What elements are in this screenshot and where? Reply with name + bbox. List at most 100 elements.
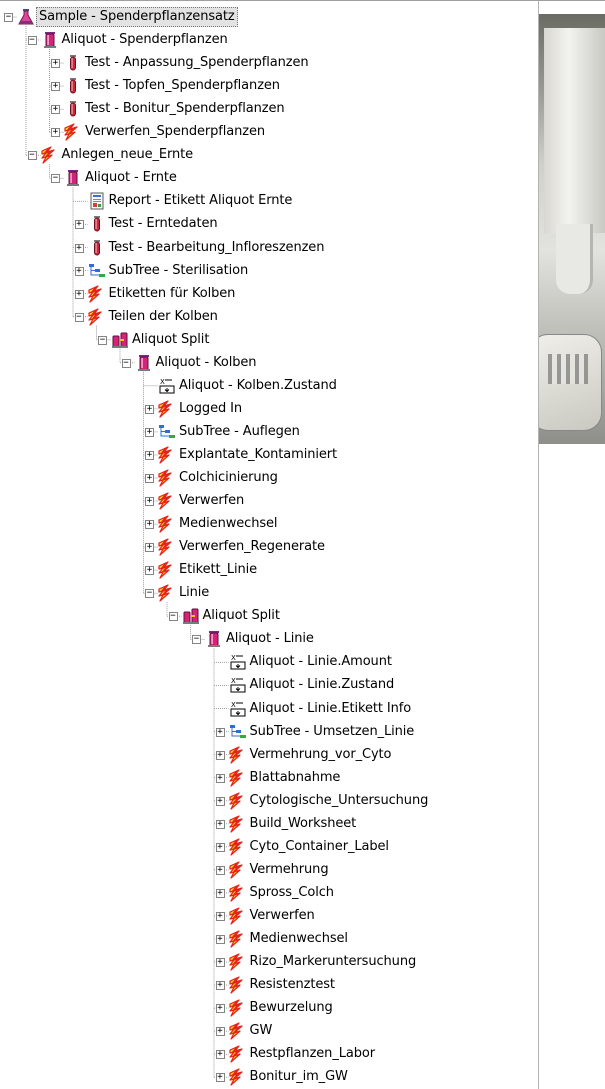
subtree-icon	[229, 723, 247, 741]
expand-toggle[interactable]: +	[51, 128, 60, 138]
expand-toggle[interactable]: +	[215, 935, 225, 944]
tree-node[interactable]: X Aliquot - Linie.Zustand	[0, 674, 538, 696]
tree-node[interactable]: + Medienwechsel	[0, 513, 538, 535]
tree-node[interactable]: X Aliquot - Kolben.Zustand	[0, 375, 538, 397]
tree-node[interactable]: + GW	[0, 1020, 538, 1042]
tree-node[interactable]: − Aliquot Split	[0, 605, 538, 627]
expand-toggle[interactable]: +	[145, 427, 154, 437]
expand-toggle[interactable]: +	[145, 520, 154, 530]
tree-node[interactable]: + Rizo_Markeruntersuchung	[0, 951, 538, 973]
tree-node-label: Build_Worksheet	[249, 815, 357, 831]
background-photo	[538, 14, 605, 444]
tree-node[interactable]: + Verwerfen_Regenerate	[0, 536, 538, 558]
collapse-toggle[interactable]: −	[192, 635, 201, 645]
tree-node[interactable]: + Medienwechsel	[0, 928, 538, 950]
tree-node[interactable]: − Sample - Spenderpflanzensatz	[0, 6, 538, 28]
expand-toggle[interactable]: +	[215, 842, 225, 852]
tree-node[interactable]: + Verwerfen	[0, 490, 538, 512]
tree-node[interactable]: + SubTree - Sterilisation	[0, 260, 538, 282]
tree-node[interactable]: X Aliquot - Linie.Etikett Info	[0, 698, 538, 720]
tree-node[interactable]: + Build_Worksheet	[0, 813, 538, 835]
collapse-toggle[interactable]: −	[98, 335, 107, 345]
tree-node[interactable]: Report - Etikett Aliquot Ernte	[0, 190, 538, 212]
tree-node[interactable]: + Cyto_Container_Label	[0, 836, 538, 858]
tree-node[interactable]: + Vermehrung	[0, 859, 538, 881]
expand-toggle[interactable]: +	[215, 727, 225, 737]
lightning-icon	[158, 584, 176, 602]
tree-node[interactable]: − Aliquot Split	[0, 329, 538, 351]
expand-toggle[interactable]: +	[215, 865, 225, 875]
expand-toggle[interactable]: +	[74, 243, 84, 253]
tree-node[interactable]: + Spross_Colch	[0, 882, 538, 904]
tree-node[interactable]: + Vermehrung_vor_Cyto	[0, 744, 538, 766]
tree-node[interactable]: X Aliquot - Linie.Amount	[0, 651, 538, 673]
expand-toggle[interactable]: +	[51, 82, 60, 92]
tree-node[interactable]: − Aliquot - Kolben	[0, 352, 538, 374]
tree-node[interactable]: + Test - Topfen_Spenderpflanzen	[0, 75, 538, 97]
expand-toggle[interactable]: +	[145, 474, 154, 483]
tree-node[interactable]: + Restpflanzen_Labor	[0, 1043, 538, 1065]
tree-node[interactable]: + Verwerfen	[0, 905, 538, 927]
collapse-toggle[interactable]: −	[51, 174, 60, 184]
tree-node[interactable]: + SubTree - Umsetzen_Linie	[0, 721, 538, 743]
lightning-icon	[228, 953, 247, 971]
expand-toggle[interactable]: +	[215, 1027, 225, 1037]
expand-toggle[interactable]: +	[215, 1004, 225, 1014]
tree-node[interactable]: + Test - Erntedaten	[0, 213, 538, 235]
collapse-toggle[interactable]: −	[74, 312, 84, 322]
tree-node[interactable]: + SubTree - Auflegen	[0, 421, 538, 443]
tree-node[interactable]: − Linie	[0, 582, 538, 604]
expand-toggle[interactable]: +	[51, 59, 60, 69]
expand-toggle[interactable]: +	[215, 750, 225, 760]
tree-node[interactable]: + Bonitur_im_GW	[0, 1066, 538, 1088]
collapse-toggle[interactable]: −	[168, 612, 178, 622]
collapse-toggle[interactable]: −	[27, 151, 37, 161]
tree-node[interactable]: − Aliquot - Spenderpflanzen	[0, 29, 538, 51]
collapse-toggle[interactable]: −	[4, 13, 13, 22]
tree-node[interactable]: + Blattabnahme	[0, 767, 538, 789]
expand-toggle[interactable]: +	[74, 220, 84, 230]
lightning-icon	[228, 745, 247, 764]
expand-toggle[interactable]: +	[74, 266, 84, 276]
tree-node[interactable]: − Anlegen_neue_Ernte	[0, 144, 538, 166]
expand-toggle[interactable]: +	[215, 819, 225, 829]
expand-toggle[interactable]: +	[215, 773, 225, 783]
expand-toggle[interactable]: +	[215, 1050, 225, 1060]
tree-node[interactable]: + Test - Anpassung_Spenderpflanzen	[0, 52, 538, 74]
collapse-toggle[interactable]: −	[27, 36, 37, 46]
tree-node-label: Etikett_Linie	[179, 562, 258, 578]
tree-node[interactable]: + Etikett_Linie	[0, 559, 538, 581]
tree-node[interactable]: + Verwerfen_Spenderpflanzen	[0, 121, 538, 143]
tree-node[interactable]: + Etiketten für Kolben	[0, 283, 538, 305]
expand-toggle[interactable]: +	[215, 958, 225, 968]
expand-toggle[interactable]: +	[145, 543, 154, 553]
collapse-toggle[interactable]: −	[145, 589, 154, 599]
expand-toggle[interactable]: +	[145, 450, 154, 460]
tree-node-label: Sample - Spenderpflanzensatz	[36, 7, 238, 27]
tree-node[interactable]: + Test - Bonitur_Spenderpflanzen	[0, 98, 538, 120]
tree-node[interactable]: + Bewurzelung	[0, 997, 538, 1019]
tree-node[interactable]: + Logged In	[0, 398, 538, 420]
tree-node[interactable]: + Resistenztest	[0, 974, 538, 996]
expand-toggle[interactable]: +	[215, 796, 225, 806]
expand-toggle[interactable]: +	[215, 981, 225, 991]
expand-toggle[interactable]: +	[145, 404, 154, 414]
workflow-tree-panel[interactable]: − Sample - Spenderpflanzensatz − Aliquot - …	[0, 0, 605, 1089]
aliquot-tube-icon	[205, 630, 223, 648]
expand-toggle[interactable]: +	[215, 911, 225, 921]
lightning-icon	[228, 1022, 247, 1040]
collapse-toggle[interactable]: −	[121, 358, 131, 368]
expand-toggle[interactable]: +	[145, 566, 154, 576]
expand-toggle[interactable]: +	[215, 1073, 225, 1083]
expand-toggle[interactable]: +	[74, 289, 84, 299]
tree-node[interactable]: − Teilen der Kolben	[0, 306, 538, 328]
expand-toggle[interactable]: +	[215, 888, 225, 898]
expand-toggle[interactable]: +	[51, 105, 60, 115]
tree-node[interactable]: + Explantate_Kontaminiert	[0, 444, 538, 466]
tree-node[interactable]: + Test - Bearbeitung_Infloreszenzen	[0, 237, 538, 259]
tree-node[interactable]: − Aliquot - Ernte	[0, 167, 538, 189]
tree-node[interactable]: + Cytologische_Untersuchung	[0, 790, 538, 812]
tree-node[interactable]: − Aliquot - Linie	[0, 628, 538, 650]
expand-toggle[interactable]: +	[145, 497, 154, 507]
tree-node[interactable]: + Colchicinierung	[0, 467, 538, 489]
